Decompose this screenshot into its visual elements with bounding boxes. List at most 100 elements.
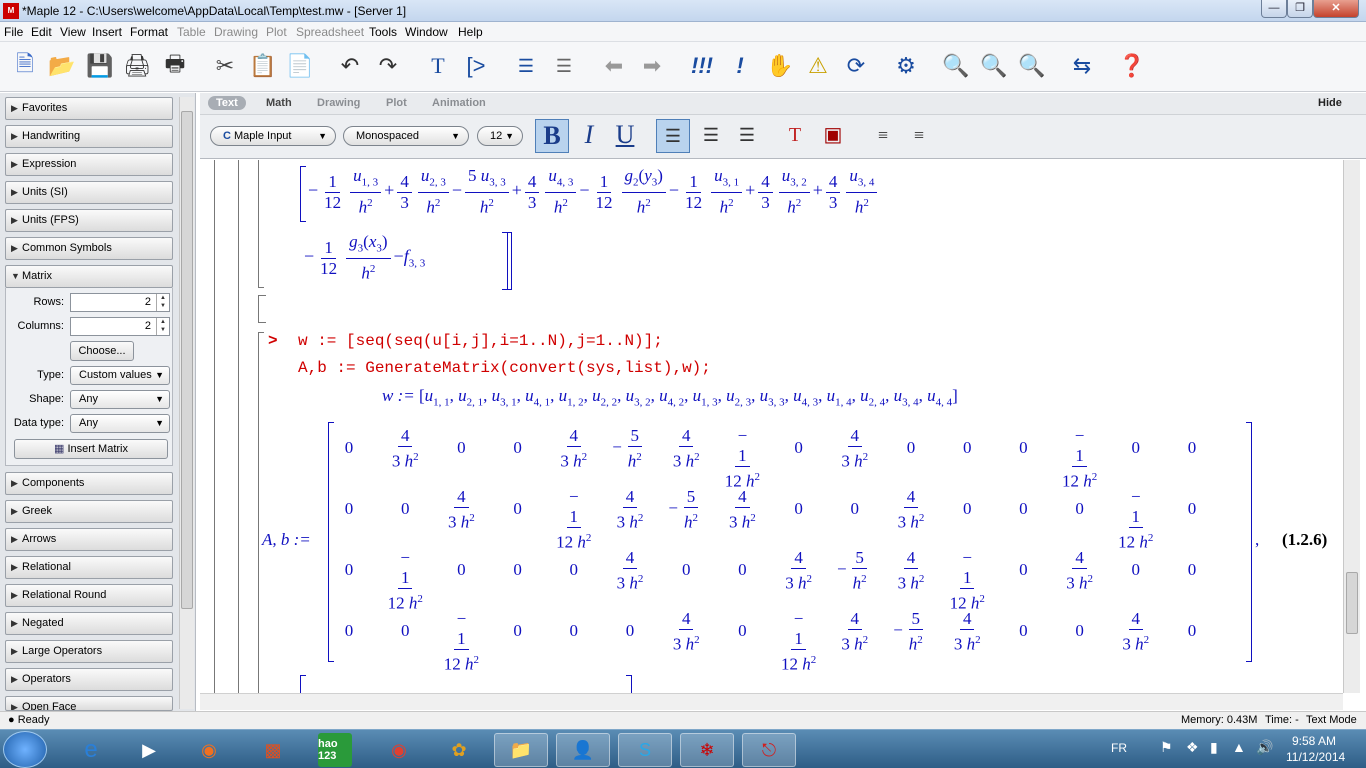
pdf-reader-icon[interactable]: ⎋: [742, 733, 796, 767]
command-input-line1[interactable]: w := [seq(seq(u[i,j],i=1..N),j=1..N)];: [298, 332, 663, 350]
menu-view[interactable]: View: [60, 25, 86, 39]
align-right-icon[interactable]: ☰: [730, 119, 764, 153]
text-color-icon[interactable]: T: [778, 119, 812, 153]
palette-large-operators[interactable]: ▶ Large Operators: [5, 640, 173, 663]
clock-date[interactable]: 11/12/2014: [1286, 750, 1345, 764]
language-indicator[interactable]: FR: [1111, 741, 1127, 755]
redo-icon[interactable]: ↷: [373, 51, 403, 81]
tab-animation[interactable]: Animation: [432, 97, 486, 109]
tab-plot[interactable]: Plot: [386, 97, 407, 109]
spinner-arrows-icon[interactable]: ▲ ▼: [156, 318, 169, 335]
zoom-medium-icon[interactable]: 🔍: [979, 51, 1009, 81]
presentation-icon[interactable]: ▩: [246, 733, 300, 767]
palette-favorites[interactable]: ▶ Favorites: [5, 97, 173, 120]
maple-taskbar-icon[interactable]: ❄: [680, 733, 734, 767]
remote-desktop-icon[interactable]: 👤: [556, 733, 610, 767]
internet-explorer-icon[interactable]: e: [64, 733, 118, 767]
palette-open-face[interactable]: ▶ Open Face: [5, 696, 173, 711]
tab-math[interactable]: Math: [266, 97, 292, 109]
font-select[interactable]: Monospaced ▼: [343, 126, 469, 146]
datatype-select[interactable]: Any ▼: [70, 414, 170, 433]
palette-components[interactable]: ▶ Components: [5, 472, 173, 495]
menu-window[interactable]: Window: [405, 25, 448, 39]
text-mode-icon[interactable]: T: [423, 51, 453, 81]
numbered-list-icon[interactable]: ≡: [902, 119, 936, 153]
highlight-color-icon[interactable]: ▣: [816, 119, 850, 153]
paste-icon[interactable]: 📄: [285, 51, 315, 81]
back-arrow-icon[interactable]: ⬅: [599, 51, 629, 81]
palette-common-symbols[interactable]: ▶ Common Symbols: [5, 237, 173, 260]
flag-icon[interactable]: ⚑: [1160, 739, 1173, 756]
menu-format[interactable]: Format: [130, 25, 168, 39]
maximize-button[interactable]: ❐: [1287, 0, 1313, 18]
dropbox-icon[interactable]: ❖: [1186, 739, 1199, 756]
zoom-small-icon[interactable]: 🔍: [941, 51, 971, 81]
menu-file[interactable]: File: [4, 25, 23, 39]
palette-handwriting[interactable]: ▶ Handwriting: [5, 125, 173, 148]
input-mode-select[interactable]: C Maple Input ▼: [210, 126, 336, 146]
palette-negated[interactable]: ▶ Negated: [5, 612, 173, 635]
choose-button[interactable]: Choose...: [70, 341, 134, 361]
equation-label[interactable]: (1.2.6): [1282, 530, 1327, 550]
palette-matrix[interactable]: ▼ Matrix: [5, 265, 173, 288]
palette-relational[interactable]: ▶ Relational: [5, 556, 173, 579]
execute-all-icon[interactable]: !!!: [687, 51, 717, 81]
palette-expression[interactable]: ▶ Expression: [5, 153, 173, 176]
skype-icon[interactable]: S: [618, 733, 672, 767]
hide-button[interactable]: Hide: [1318, 97, 1342, 109]
menu-insert[interactable]: Insert: [92, 25, 122, 39]
options-gear-icon[interactable]: ⚙: [891, 51, 921, 81]
italic-button[interactable]: I: [572, 119, 606, 153]
spinner-arrows-icon[interactable]: ▲ ▼: [156, 294, 169, 311]
media-player-icon[interactable]: ▶: [122, 733, 176, 767]
menu-edit[interactable]: Edit: [31, 25, 52, 39]
align-left-icon[interactable]: ☰: [656, 119, 690, 153]
bullet-list-icon[interactable]: ≡: [866, 119, 900, 153]
menu-tools[interactable]: Tools: [369, 25, 397, 39]
windows-start-icon[interactable]: [3, 731, 47, 768]
menu-plot[interactable]: Plot: [266, 25, 287, 39]
volume-icon[interactable]: 🔊: [1256, 739, 1273, 756]
palette-operators[interactable]: ▶ Operators: [5, 668, 173, 691]
menu-spreadsheet[interactable]: Spreadsheet: [296, 25, 364, 39]
menu-help[interactable]: Help: [458, 25, 483, 39]
clock-time[interactable]: 9:58 AM: [1292, 734, 1336, 748]
document-vertical-scrollbar[interactable]: [1343, 160, 1360, 693]
palette-greek[interactable]: ▶ Greek: [5, 500, 173, 523]
print-icon[interactable]: 🖨: [122, 51, 152, 81]
save-icon[interactable]: 💾: [85, 51, 115, 81]
document-horizontal-scrollbar[interactable]: [200, 693, 1343, 710]
chrome-icon[interactable]: ◉: [372, 733, 426, 767]
font-size-select[interactable]: 12 ▼: [477, 126, 523, 146]
insert-matrix-button[interactable]: ▦ Insert Matrix: [14, 439, 168, 459]
palette-scrollbar[interactable]: [179, 97, 194, 709]
print-preview-icon[interactable]: 🖶: [160, 51, 190, 81]
outdent-icon[interactable]: ☰: [549, 51, 579, 81]
close-button[interactable]: ✕: [1313, 0, 1359, 18]
restart-icon[interactable]: ⟳: [841, 51, 871, 81]
tab-drawing[interactable]: Drawing: [317, 97, 360, 109]
forward-arrow-icon[interactable]: ➡: [637, 51, 667, 81]
minimize-button[interactable]: —: [1261, 0, 1287, 18]
scrollbar-thumb[interactable]: [1346, 572, 1358, 634]
help-icon[interactable]: ❓: [1117, 51, 1147, 81]
signal-icon[interactable]: ▲: [1232, 739, 1246, 755]
shape-select[interactable]: Any ▼: [70, 390, 170, 409]
maple-leaf-icon[interactable]: M: [3, 3, 19, 19]
type-select[interactable]: Custom values ▼: [70, 366, 170, 385]
photo-app-icon[interactable]: ✿: [432, 733, 486, 767]
stop-icon[interactable]: ✋: [765, 51, 795, 81]
palette-units-si[interactable]: ▶ Units (SI): [5, 181, 173, 204]
palette-arrows[interactable]: ▶ Arrows: [5, 528, 173, 551]
command-input-line2[interactable]: A,b := GenerateMatrix(convert(sys,list),…: [298, 359, 711, 377]
new-document-icon[interactable]: 🗎: [10, 51, 40, 81]
rows-spinner[interactable]: 2 ▲ ▼: [70, 293, 170, 312]
bold-button[interactable]: B: [535, 119, 569, 153]
debug-icon[interactable]: ⚠: [803, 51, 833, 81]
palette-relational-round[interactable]: ▶ Relational Round: [5, 584, 173, 607]
firefox-icon[interactable]: ◉: [182, 733, 236, 767]
file-explorer-icon[interactable]: 📁: [494, 733, 548, 767]
menu-drawing[interactable]: Drawing: [214, 25, 258, 39]
open-folder-icon[interactable]: 📂: [47, 51, 77, 81]
palette-units-fps[interactable]: ▶ Units (FPS): [5, 209, 173, 232]
